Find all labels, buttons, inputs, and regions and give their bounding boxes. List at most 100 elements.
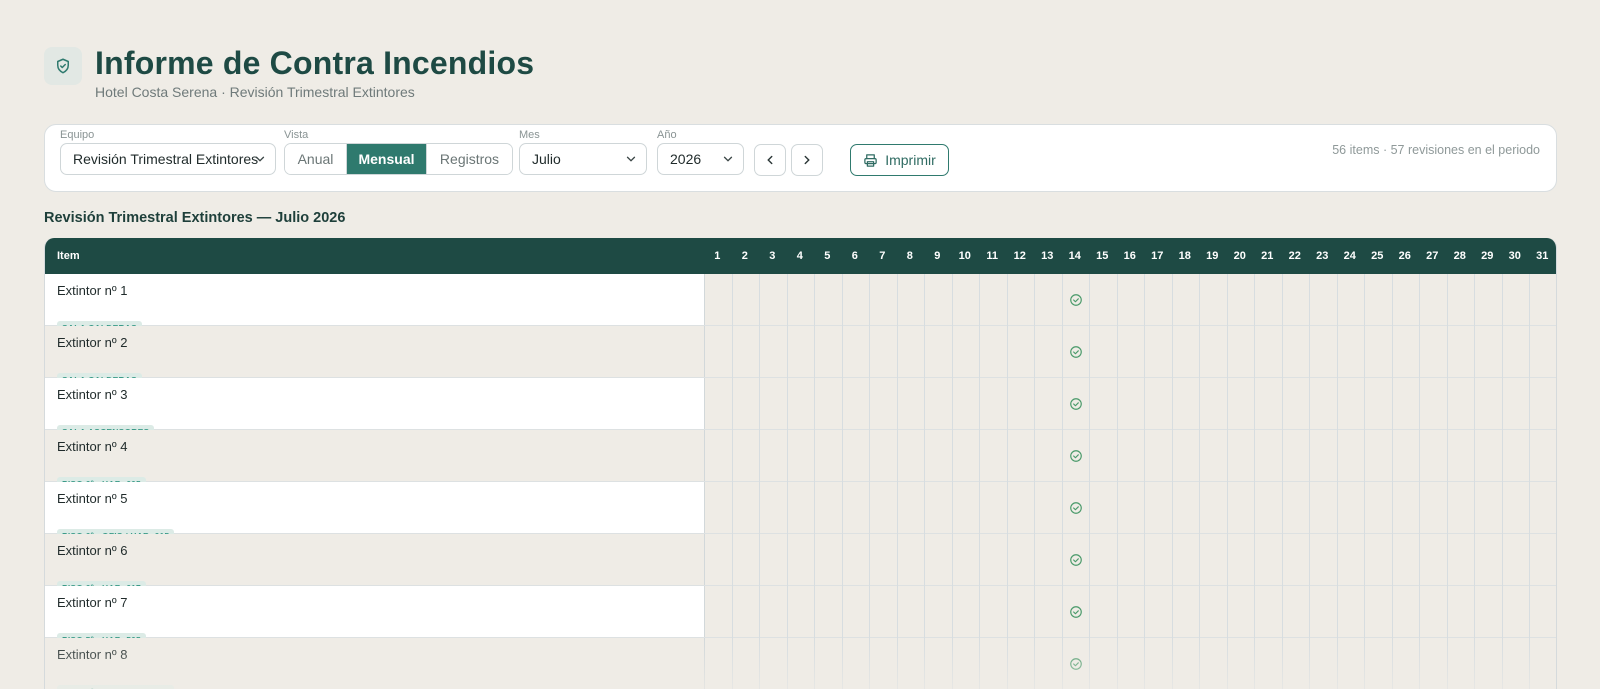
- day-cell[interactable]: [925, 430, 953, 482]
- table-row[interactable]: Extintor nº 8 PISO 5º - OFIS / HAB. 615: [45, 638, 1556, 689]
- day-cell[interactable]: [870, 326, 898, 378]
- vista-mensual-button[interactable]: Mensual: [346, 144, 426, 174]
- day-cell[interactable]: [1365, 482, 1393, 534]
- day-cell[interactable]: [925, 274, 953, 326]
- day-cell[interactable]: [1283, 430, 1310, 482]
- day-cell[interactable]: [1035, 378, 1063, 430]
- day-cell[interactable]: [760, 430, 788, 482]
- day-cell[interactable]: [1420, 430, 1448, 482]
- day-cell[interactable]: [1145, 326, 1173, 378]
- day-cell[interactable]: [815, 482, 843, 534]
- day-cell[interactable]: [1008, 378, 1035, 430]
- day-cell[interactable]: [1393, 326, 1420, 378]
- day-cell[interactable]: [1200, 274, 1228, 326]
- day-cell[interactable]: [1338, 586, 1365, 638]
- day-cell[interactable]: [705, 534, 733, 586]
- table-row[interactable]: Extintor nº 4PISO 6º - HAB. 605: [45, 430, 1556, 491]
- day-cell[interactable]: [1118, 534, 1145, 586]
- day-cell[interactable]: [1063, 638, 1090, 689]
- day-cell[interactable]: [843, 326, 870, 378]
- day-cell[interactable]: [1118, 430, 1145, 482]
- day-cell[interactable]: [980, 326, 1008, 378]
- day-cell[interactable]: [815, 378, 843, 430]
- day-cell[interactable]: [870, 638, 898, 689]
- day-cell[interactable]: [1530, 482, 1556, 534]
- day-cell[interactable]: [953, 482, 980, 534]
- day-cell[interactable]: [815, 326, 843, 378]
- day-cell[interactable]: [1365, 534, 1393, 586]
- day-cell[interactable]: [1338, 534, 1365, 586]
- day-cell[interactable]: [1448, 482, 1475, 534]
- day-cell[interactable]: [1173, 482, 1200, 534]
- day-cell[interactable]: [843, 586, 870, 638]
- day-cell[interactable]: [1365, 638, 1393, 689]
- day-cell[interactable]: [1338, 378, 1365, 430]
- day-cell[interactable]: [1035, 638, 1063, 689]
- day-cell[interactable]: [1420, 326, 1448, 378]
- day-cell[interactable]: [705, 326, 733, 378]
- day-cell[interactable]: [898, 534, 925, 586]
- day-cell[interactable]: [733, 274, 760, 326]
- day-cell[interactable]: [1063, 326, 1090, 378]
- day-cell[interactable]: [898, 482, 925, 534]
- day-cell[interactable]: [925, 326, 953, 378]
- day-cell[interactable]: [1008, 274, 1035, 326]
- day-cell[interactable]: [980, 534, 1008, 586]
- day-cell[interactable]: [760, 586, 788, 638]
- vista-registros-button[interactable]: Registros: [426, 144, 512, 174]
- day-cell[interactable]: [953, 274, 980, 326]
- day-cell[interactable]: [1035, 586, 1063, 638]
- day-cell[interactable]: [1063, 378, 1090, 430]
- day-cell[interactable]: [898, 638, 925, 689]
- day-cell[interactable]: [1365, 378, 1393, 430]
- day-cell[interactable]: [1310, 482, 1338, 534]
- day-cell[interactable]: [1173, 326, 1200, 378]
- day-cell[interactable]: [1393, 534, 1420, 586]
- day-cell[interactable]: [1255, 586, 1283, 638]
- day-cell[interactable]: [1035, 430, 1063, 482]
- day-cell[interactable]: [1283, 378, 1310, 430]
- day-cell[interactable]: [980, 430, 1008, 482]
- day-cell[interactable]: [980, 586, 1008, 638]
- day-cell[interactable]: [760, 482, 788, 534]
- day-cell[interactable]: [1145, 274, 1173, 326]
- day-cell[interactable]: [1145, 534, 1173, 586]
- day-cell[interactable]: [1063, 586, 1090, 638]
- day-cell[interactable]: [788, 586, 815, 638]
- day-cell[interactable]: [1393, 378, 1420, 430]
- day-cell[interactable]: [1448, 274, 1475, 326]
- day-cell[interactable]: [1145, 586, 1173, 638]
- day-cell[interactable]: [1310, 534, 1338, 586]
- day-cell[interactable]: [1283, 534, 1310, 586]
- previous-month-button[interactable]: [754, 144, 786, 176]
- day-cell[interactable]: [1310, 326, 1338, 378]
- day-cell[interactable]: [1503, 482, 1530, 534]
- mes-select[interactable]: Julio: [519, 143, 647, 175]
- day-cell[interactable]: [1310, 430, 1338, 482]
- day-cell[interactable]: [788, 430, 815, 482]
- day-cell[interactable]: [1393, 482, 1420, 534]
- day-cell[interactable]: [1200, 430, 1228, 482]
- day-cell[interactable]: [705, 378, 733, 430]
- day-cell[interactable]: [1310, 586, 1338, 638]
- day-cell[interactable]: [870, 274, 898, 326]
- day-cell[interactable]: [1173, 430, 1200, 482]
- day-cell[interactable]: [843, 430, 870, 482]
- day-cell[interactable]: [788, 482, 815, 534]
- day-cell[interactable]: [788, 534, 815, 586]
- day-cell[interactable]: [1475, 482, 1503, 534]
- day-cell[interactable]: [1255, 378, 1283, 430]
- day-cell[interactable]: [1008, 638, 1035, 689]
- day-cell[interactable]: [760, 534, 788, 586]
- day-cell[interactable]: [1448, 586, 1475, 638]
- day-cell[interactable]: [1255, 482, 1283, 534]
- day-cell[interactable]: [1228, 638, 1255, 689]
- day-cell[interactable]: [1283, 326, 1310, 378]
- day-cell[interactable]: [1475, 534, 1503, 586]
- day-cell[interactable]: [1090, 534, 1118, 586]
- day-cell[interactable]: [1255, 534, 1283, 586]
- day-cell[interactable]: [898, 274, 925, 326]
- day-cell[interactable]: [1035, 482, 1063, 534]
- day-cell[interactable]: [1338, 274, 1365, 326]
- table-row[interactable]: Extintor nº 2SALA CALDERAS: [45, 326, 1556, 387]
